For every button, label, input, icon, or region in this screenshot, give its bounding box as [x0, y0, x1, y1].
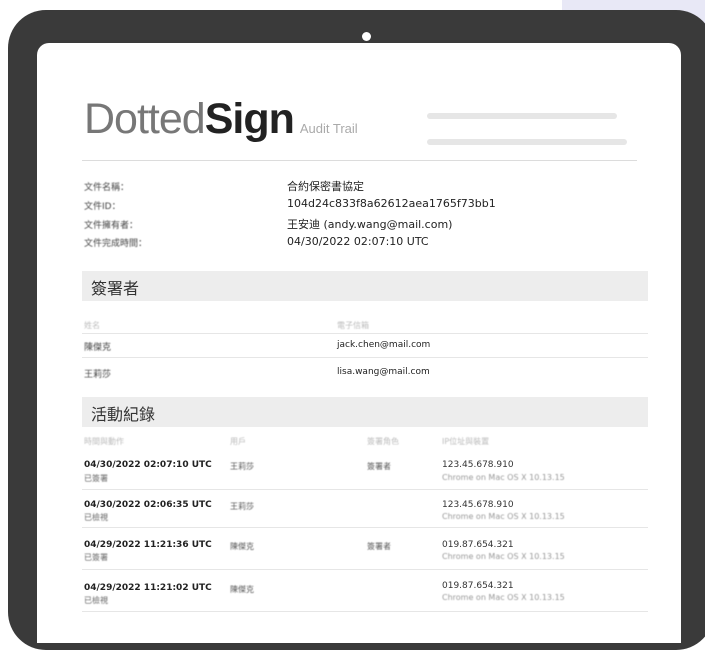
activity-user: 陳傑克 — [230, 585, 254, 594]
meta-value-completion-time: 04/30/2022 02:07:10 UTC — [287, 235, 429, 248]
document-screen[interactable]: Dotted Sign Audit Trail 文件名稱： 文件ID： 文件擁有… — [37, 43, 681, 643]
activity-time: 04/29/2022 11:21:02 UTC — [84, 583, 212, 593]
activity-column-user: 用戶 — [230, 437, 246, 446]
meta-value-document-owner: 王安迪 (andy.wang@mail.com) — [287, 218, 453, 231]
activity-time: 04/29/2022 11:21:36 UTC — [84, 540, 212, 550]
row-divider — [82, 357, 648, 358]
meta-value-document-id: 104d24c833f8a62612aea1765f73bb1 — [287, 197, 496, 210]
activity-role: 簽署者 — [367, 542, 391, 551]
signers-section-header: 簽署者 — [82, 271, 648, 301]
logo-sign-text: Sign — [204, 95, 295, 143]
row-divider — [82, 333, 648, 334]
signers-column-name: 姓名 — [84, 321, 100, 330]
activity-device: Chrome on Mac OS X 10.13.15 — [442, 473, 565, 482]
activity-section-header: 活動紀錄 — [82, 397, 648, 427]
signer-email: jack.chen@mail.com — [337, 340, 431, 350]
activity-user: 王莉莎 — [230, 462, 254, 471]
signer-email: lisa.wang@mail.com — [337, 367, 430, 377]
activity-user: 陳傑克 — [230, 542, 254, 551]
activity-device: Chrome on Mac OS X 10.13.15 — [442, 552, 565, 561]
activity-role: 簽署者 — [367, 462, 391, 471]
dottedsign-logo: Dotted Sign Audit Trail — [84, 95, 358, 144]
activity-action: 已簽署 — [84, 474, 108, 483]
activity-ip: 123.45.678.910 — [442, 460, 514, 470]
header-divider — [82, 160, 637, 161]
activity-time: 04/30/2022 02:06:35 UTC — [84, 500, 212, 510]
activity-time: 04/30/2022 02:07:10 UTC — [84, 460, 212, 470]
activity-ip: 019.87.654.321 — [442, 581, 514, 591]
activity-action: 已檢視 — [84, 513, 108, 522]
row-divider — [82, 569, 648, 570]
meta-label-document-id: 文件ID： — [84, 202, 121, 212]
activity-user: 王莉莎 — [230, 502, 254, 511]
audit-trail-subtitle: Audit Trail — [299, 121, 358, 136]
activity-column-time: 時間與動作 — [84, 437, 124, 446]
meta-label-document-name: 文件名稱： — [84, 183, 130, 193]
row-divider — [82, 611, 648, 612]
activity-action: 已簽署 — [84, 553, 108, 562]
meta-value-document-name: 合約保密書協定 — [287, 180, 364, 193]
activity-section-title: 活動紀錄 — [91, 405, 156, 424]
camera-dot — [362, 32, 371, 41]
logo-dotted-text: Dotted — [84, 95, 206, 143]
activity-device: Chrome on Mac OS X 10.13.15 — [442, 593, 565, 602]
meta-label-document-owner: 文件擁有者： — [84, 221, 139, 231]
activity-ip: 019.87.654.321 — [442, 540, 514, 550]
signer-name: 陳傑克 — [84, 343, 112, 353]
row-divider — [82, 489, 648, 490]
activity-ip: 123.45.678.910 — [442, 500, 514, 510]
meta-label-completion-time: 文件完成時間： — [84, 239, 148, 249]
activity-column-ip: IP位址與裝置 — [442, 437, 490, 446]
activity-action: 已檢視 — [84, 596, 108, 605]
signers-section-title: 簽署者 — [91, 279, 140, 298]
signers-column-email: 電子信箱 — [337, 321, 369, 330]
header-blur-line — [427, 139, 627, 145]
header-blur-line — [427, 113, 617, 119]
activity-column-role: 簽署角色 — [367, 437, 399, 446]
activity-device: Chrome on Mac OS X 10.13.15 — [442, 512, 565, 521]
row-divider — [82, 527, 648, 528]
signer-name: 王莉莎 — [84, 370, 112, 380]
